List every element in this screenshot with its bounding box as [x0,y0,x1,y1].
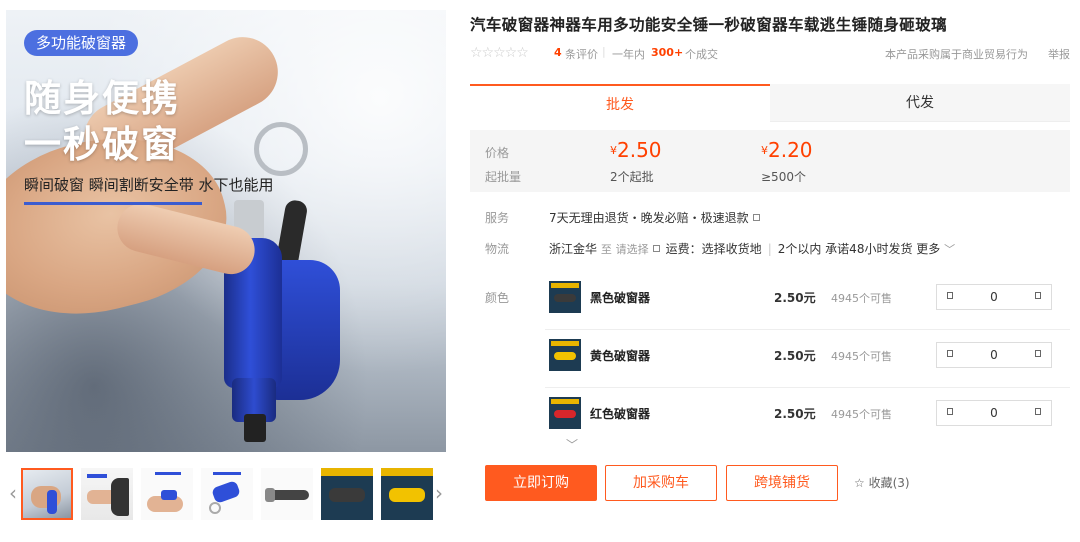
main-product-image[interactable]: 多功能破窗器 随身便携 一秒破窗 瞬间破窗 瞬间割断安全带 水下也能用 [6,10,446,452]
price-tier: ¥2.50 2个起批 [610,138,662,184]
sku-row: 黑色破窗器 2.50元 4945个可售 0 [545,272,1070,330]
sku-thumbnail[interactable] [549,281,581,313]
thumb-yellow-package[interactable] [381,468,433,520]
thumbnail-strip: ‹ › [6,466,446,522]
quantity-input[interactable]: 0 [963,343,1025,367]
review-count[interactable]: 4 [554,46,562,59]
shipping-fee: 运费：选择收货地 [665,242,762,256]
sku-swatch [554,352,576,360]
thumb-car-door[interactable] [81,468,133,520]
service-value: 7天无理由退货・晚发必赔・极速退款 [549,211,749,225]
increment-button[interactable] [1025,343,1051,367]
chevron-down-icon[interactable]: ﹀ [944,243,955,256]
sku-price: 2.50元 [774,407,816,421]
quantity-input[interactable]: 0 [963,401,1025,425]
buy-now-button[interactable]: 立即订购 [485,465,597,501]
service-row: 服务 7天无理由退货・晚发必赔・极速退款 [485,209,766,226]
increment-button[interactable] [1025,285,1051,309]
thumb-keyring-blue[interactable] [201,468,253,520]
sku-thumbnail[interactable] [549,339,581,371]
quantity-input[interactable]: 0 [963,285,1025,309]
sold-count: 300+ [651,46,684,59]
sku-name: 红色破窗器 [590,407,651,421]
sku-price: 2.50元 [774,291,816,305]
color-label: 颜色 [485,291,510,305]
b2b-note: 本产品采购属于商业贸易行为 [885,48,1028,61]
year-label: 一年内 [612,48,645,61]
favorite-label: 收藏(3) [868,476,910,490]
promo-headline-2: 一秒破窗 [24,123,180,166]
tab-wholesale[interactable]: 批发 [470,84,770,122]
destination-select[interactable]: 请选择 [616,243,649,256]
promo-subline: 瞬间破窗 瞬间割断安全带 水下也能用 [24,176,274,194]
tier-price: 2.20 [768,138,813,162]
decrement-button[interactable] [937,401,963,425]
tier-quantity: 2个起批 [610,170,654,184]
thumb-next-icon[interactable]: › [432,478,446,508]
promo-badge: 多功能破窗器 [24,30,139,56]
sku-swatch [554,294,576,302]
product-title: 汽车破窗器神器车用多功能安全锤一秒破窗器车载逃生锤随身砸玻璃 [470,15,948,34]
decrement-button[interactable] [937,343,963,367]
star-icon: ☆ [854,476,865,490]
logistics-to: 至 [600,243,612,256]
separator: | [602,45,606,58]
promo-underline [24,202,202,205]
thumb-prev-icon[interactable]: ‹ [6,478,20,508]
sku-swatch [554,410,576,418]
sku-list: 黑色破窗器 2.50元 4945个可售 0 黄色破窗器 2.50元 4945个可… [545,272,1070,438]
keyring [254,122,308,176]
currency-symbol: ¥ [610,144,617,157]
info-icon[interactable] [752,214,760,221]
sold-label: 个成交 [685,48,718,61]
report-link[interactable]: 举报 [1048,46,1070,62]
sku-stock: 4945个可售 [831,350,892,363]
logistics-label: 物流 [485,242,510,256]
rating-stars-icon: ☆☆☆☆☆ [470,45,529,61]
thumb-black-package[interactable] [321,468,373,520]
sku-stock: 4945个可售 [831,408,892,421]
sku-row: 黄色破窗器 2.50元 4945个可售 0 [545,330,1070,388]
favorite-button[interactable]: ☆ 收藏(3) [854,474,910,491]
tab-dropship[interactable]: 代发 [770,84,1070,122]
quantity-stepper: 0 [936,284,1052,310]
quantity-stepper: 0 [936,400,1052,426]
increment-button[interactable] [1025,401,1051,425]
currency-symbol: ¥ [761,144,768,157]
tier-quantity: ≥500个 [761,170,806,184]
purchase-mode-tabs: 批发 代发 [470,84,1070,122]
decrement-button[interactable] [937,285,963,309]
thumb-hand-hold[interactable] [141,468,193,520]
price-box: 价格 起批量 ¥2.50 2个起批 ¥2.20 ≥500个 [470,130,1070,192]
moq-label: 起批量 [485,170,522,184]
logistics-row: 物流 浙江金华 至 请选择 运费：选择收货地 | 2个以内 承诺48小时发货 更多 ﹀ [485,240,955,257]
sku-price: 2.50元 [774,349,816,363]
sku-stock: 4945个可售 [831,292,892,305]
logistics-origin: 浙江金华 [549,242,598,256]
price-label: 价格 [485,146,510,160]
shipping-promise: 2个以内 承诺48小时发货 [777,242,913,256]
add-to-cart-button[interactable]: 加采购车 [605,465,717,501]
service-label: 服务 [485,211,510,225]
thumb-hand-keyring[interactable] [21,468,73,520]
rating-row: ☆☆☆☆☆ 4 条评价 | 一年内 300+ 个成交 本产品采购属于商业贸易行为… [470,45,1070,63]
sku-thumbnail[interactable] [549,397,581,429]
tier-price: 2.50 [617,138,662,162]
cross-border-button[interactable]: 跨境铺货 [726,465,838,501]
action-bar: 立即订购 加采购车 跨境铺货 ☆ 收藏(3) [485,465,1075,501]
thumb-black-tool[interactable] [261,468,313,520]
logistics-more-link[interactable]: 更多 [916,242,940,256]
quantity-stepper: 0 [936,342,1052,368]
price-tier: ¥2.20 ≥500个 [761,138,813,184]
sku-expand-chevron-icon[interactable]: ﹀ [566,436,578,453]
separator: | [767,242,772,256]
review-label[interactable]: 条评价 [565,46,598,62]
dropdown-icon[interactable] [652,245,660,252]
sku-name: 黄色破窗器 [590,349,651,363]
sku-row: 红色破窗器 2.50元 4945个可售 0 [545,388,1070,438]
sku-name: 黑色破窗器 [590,291,651,305]
tool-tip [244,414,266,442]
